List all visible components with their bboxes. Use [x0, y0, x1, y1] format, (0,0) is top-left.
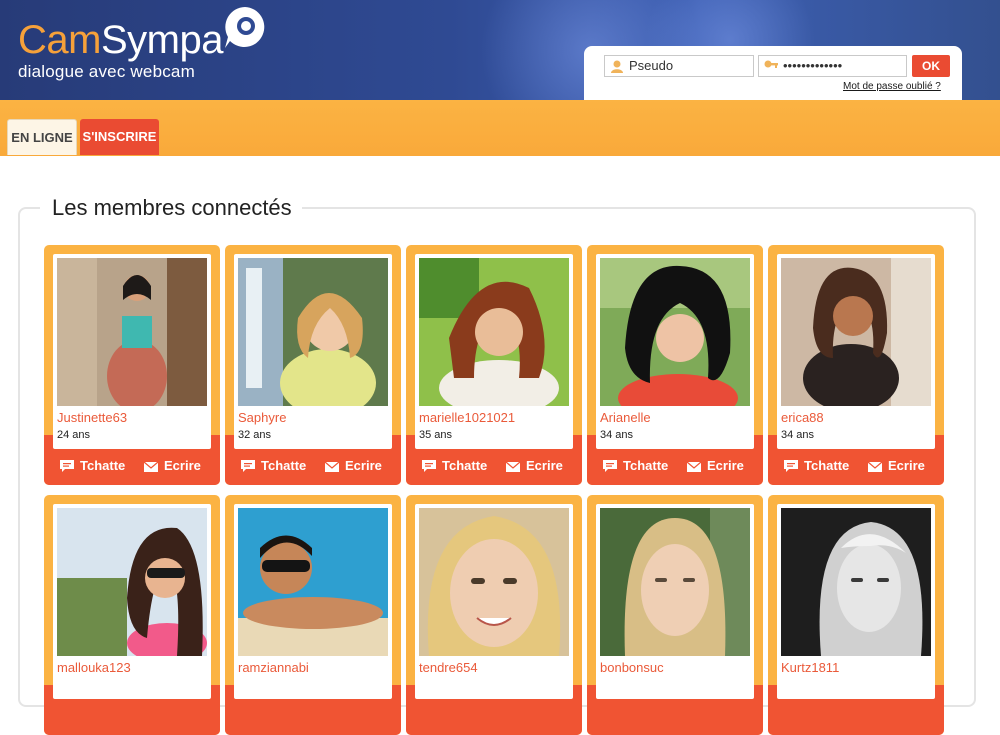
- member-age: 35 ans: [419, 429, 453, 441]
- member-card[interactable]: Kurtz1811: [768, 495, 944, 735]
- member-age: 34 ans: [781, 429, 815, 441]
- logo-tagline: dialogue avec webcam: [18, 62, 195, 81]
- member-username[interactable]: bonbonsuc: [600, 660, 664, 675]
- key-icon: [764, 60, 778, 68]
- member-age: 34 ans: [600, 429, 634, 441]
- member-card[interactable]: erica88 34 ans Tchatte Ecrire: [768, 245, 944, 485]
- site-logo[interactable]: CamSympa dialogue avec webcam: [18, 20, 223, 82]
- member-photo[interactable]: [238, 508, 388, 656]
- login-form: Pseudo ••••••••••••• OK Mot de passe oub…: [584, 46, 962, 100]
- member-username[interactable]: Arianelle: [600, 410, 651, 425]
- chat-button[interactable]: Tchatte: [240, 458, 306, 474]
- tab-en-ligne[interactable]: EN LIGNE: [7, 119, 77, 155]
- member-photo[interactable]: [57, 258, 207, 406]
- write-button[interactable]: Ecrire: [686, 458, 744, 474]
- member-photo[interactable]: [600, 258, 750, 406]
- mail-icon: [686, 461, 702, 472]
- member-username[interactable]: marielle1021021: [419, 410, 515, 425]
- site-header: CamSympa dialogue avec webcam Pseudo •••…: [0, 0, 1000, 100]
- member-photo[interactable]: [600, 508, 750, 656]
- write-button[interactable]: Ecrire: [505, 458, 563, 474]
- chat-button[interactable]: Tchatte: [783, 458, 849, 474]
- member-username[interactable]: Justinette63: [57, 410, 127, 425]
- member-card[interactable]: mallouka123: [44, 495, 220, 735]
- member-card[interactable]: Arianelle 34 ans Tchatte Ecrire: [587, 245, 763, 485]
- write-button[interactable]: Ecrire: [867, 458, 925, 474]
- member-username[interactable]: tendre654: [419, 660, 478, 675]
- write-button[interactable]: Ecrire: [143, 458, 201, 474]
- mail-icon: [143, 461, 159, 472]
- member-photo[interactable]: [238, 258, 388, 406]
- member-photo[interactable]: [419, 258, 569, 406]
- member-age: 24 ans: [57, 429, 91, 441]
- member-card[interactable]: marielle1021021 35 ans Tchatte Ecrire: [406, 245, 582, 485]
- member-card[interactable]: ramziannabi: [225, 495, 401, 735]
- pseudo-input-value: Pseudo: [629, 58, 674, 73]
- chat-button[interactable]: Tchatte: [59, 458, 125, 474]
- member-username[interactable]: erica88: [781, 410, 824, 425]
- chat-icon: [241, 460, 255, 472]
- member-photo[interactable]: [781, 258, 931, 406]
- mail-icon: [324, 461, 340, 472]
- member-card[interactable]: bonbonsuc: [587, 495, 763, 735]
- tab-sinscrire[interactable]: S'INSCRIRE: [80, 119, 159, 155]
- member-username[interactable]: Kurtz1811: [781, 660, 839, 675]
- chat-button[interactable]: Tchatte: [602, 458, 668, 474]
- password-input[interactable]: •••••••••••••: [758, 55, 907, 77]
- forgot-password-link[interactable]: Mot de passe oublié ?: [843, 81, 941, 92]
- logo-sympa: Sympa: [100, 18, 224, 62]
- member-username[interactable]: ramziannabi: [238, 660, 309, 675]
- chat-icon: [422, 460, 436, 472]
- member-card[interactable]: tendre654: [406, 495, 582, 735]
- password-input-value: •••••••••••••: [783, 58, 843, 73]
- write-button[interactable]: Ecrire: [324, 458, 382, 474]
- chat-icon: [60, 460, 74, 472]
- member-card[interactable]: Saphyre 32 ans Tchatte Ecrire: [225, 245, 401, 485]
- mail-icon: [505, 461, 521, 472]
- user-icon: [611, 60, 623, 73]
- chat-icon: [603, 460, 617, 472]
- pseudo-input[interactable]: Pseudo: [604, 55, 754, 77]
- chat-bubble-logo-icon: [225, 7, 265, 48]
- member-photo[interactable]: [419, 508, 569, 656]
- member-photo[interactable]: [57, 508, 207, 656]
- member-username[interactable]: mallouka123: [57, 660, 131, 675]
- logo-cam: Cam: [18, 18, 101, 62]
- login-ok-button[interactable]: OK: [912, 55, 950, 77]
- member-username[interactable]: Saphyre: [238, 410, 286, 425]
- member-card[interactable]: Justinette63 24 ans Tchatte Ecrire: [44, 245, 220, 485]
- main-nav: EN LIGNE S'INSCRIRE: [0, 100, 1000, 156]
- member-photo[interactable]: [781, 508, 931, 656]
- chat-icon: [784, 460, 798, 472]
- mail-icon: [867, 461, 883, 472]
- member-age: 32 ans: [238, 429, 272, 441]
- chat-button[interactable]: Tchatte: [421, 458, 487, 474]
- section-title: Les membres connectés: [40, 194, 302, 222]
